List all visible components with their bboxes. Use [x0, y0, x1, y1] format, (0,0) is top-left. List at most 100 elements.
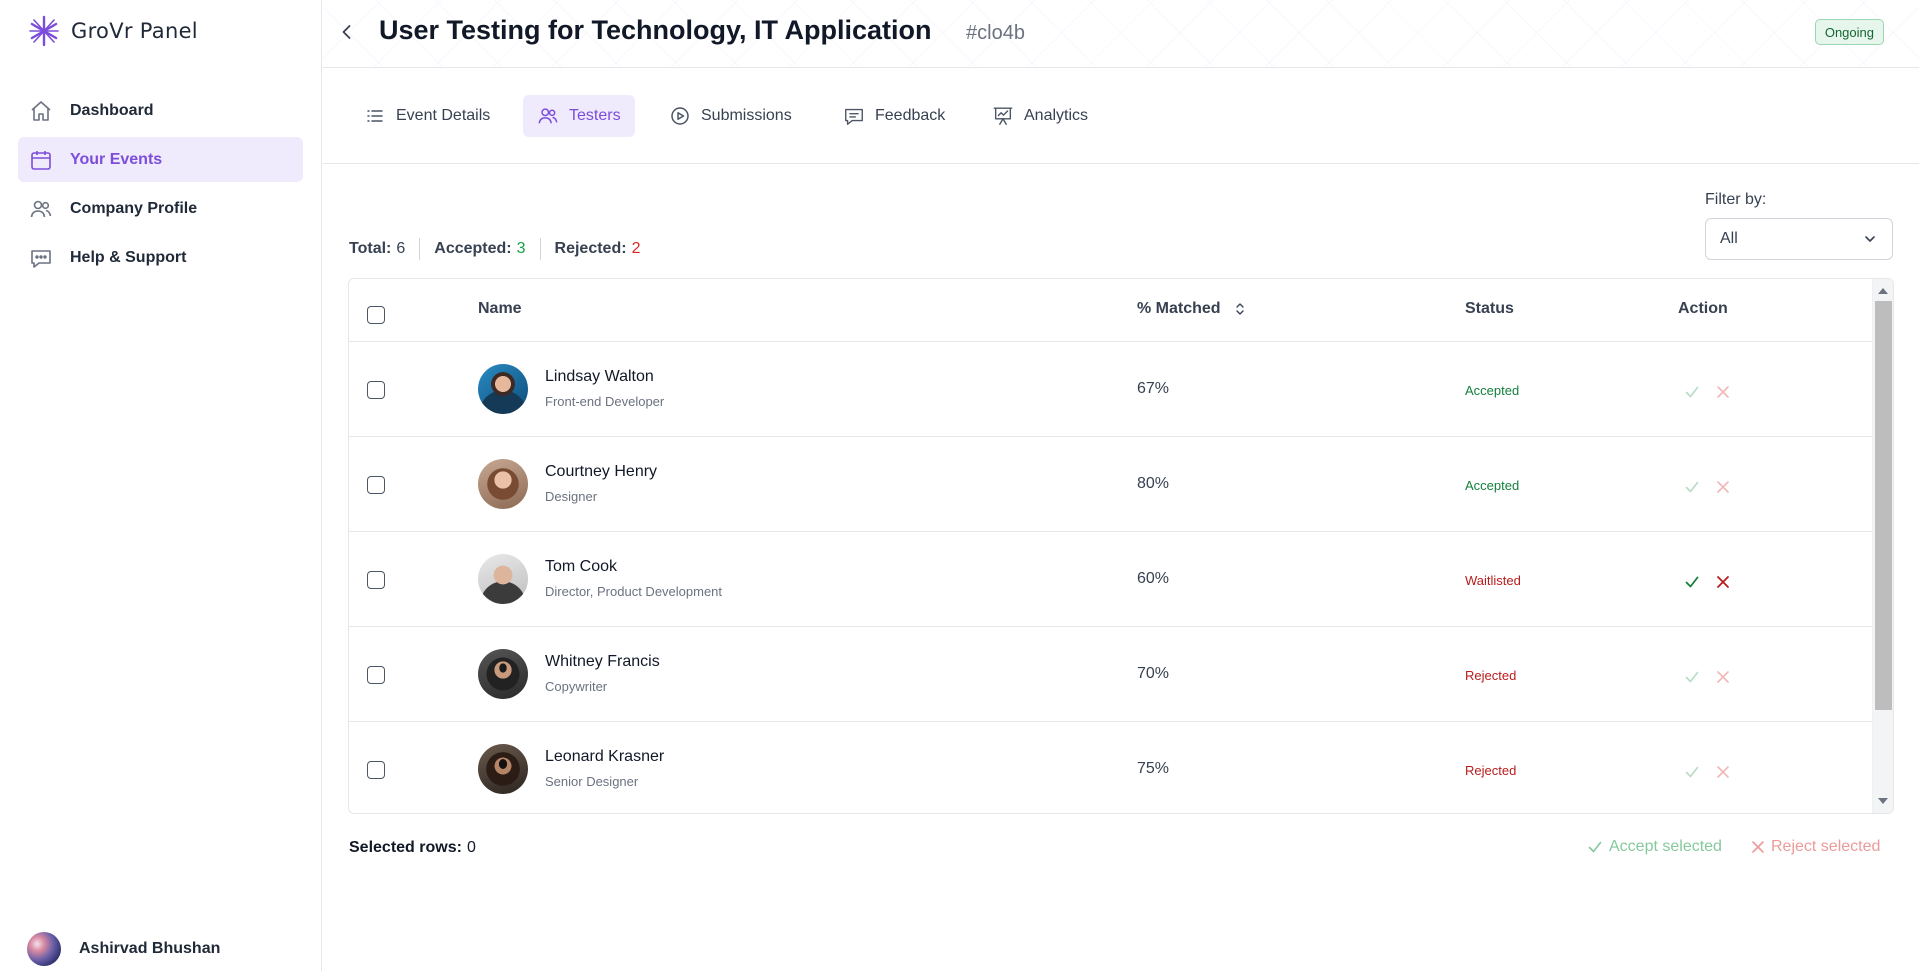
sidebar-item-company-profile[interactable]: Company Profile [18, 186, 303, 231]
sidebar-item-label: Company Profile [70, 199, 198, 217]
sidebar-item-dashboard[interactable]: Dashboard [18, 88, 303, 133]
column-header-name[interactable]: Name [478, 300, 522, 318]
accept-button[interactable] [1682, 572, 1702, 592]
filter-label: Filter by: [1705, 191, 1767, 208]
select-all-checkbox[interactable] [367, 306, 385, 324]
tab-testers[interactable]: Testers [523, 95, 635, 137]
chevron-left-icon [342, 25, 351, 39]
sidebar-item-help-support[interactable]: Help & Support [18, 235, 303, 280]
selected-rows: Selected rows: 0 [349, 839, 476, 857]
summary-counts: Total: 6 Accepted: 3 Rejected: 2 [349, 238, 640, 260]
scroll-thumb[interactable] [1875, 301, 1892, 710]
reject-button[interactable] [1713, 572, 1733, 592]
snowflake-logo-icon [29, 15, 59, 47]
tab-analytics[interactable]: Analytics [978, 95, 1102, 137]
tester-role: Front-end Developer [545, 394, 665, 409]
reject-button[interactable] [1713, 762, 1733, 782]
sidebar-nav: Dashboard Your Events Company Profile He… [18, 88, 303, 284]
close-icon [1717, 481, 1729, 493]
chat-bubble-icon [28, 245, 54, 271]
match-percent: 67% [1137, 380, 1170, 397]
tab-feedback[interactable]: Feedback [829, 95, 959, 137]
table-header: Name % Matched Status Action [349, 279, 1873, 342]
reject-button[interactable] [1713, 382, 1733, 402]
status-label: Accepted [1465, 478, 1520, 493]
table-row: Tom Cook Director, Product Development 6… [349, 532, 1873, 627]
tab-submissions[interactable]: Submissions [655, 95, 806, 137]
play-circle-icon [669, 105, 691, 127]
brand[interactable]: GroVr Panel [27, 14, 198, 48]
event-id: #clo4b [966, 22, 1025, 44]
close-icon [1717, 576, 1729, 588]
row-checkbox[interactable] [367, 571, 385, 589]
testers-table: Name % Matched Status Action Lindsay Wal… [348, 278, 1894, 814]
row-checkbox[interactable] [367, 761, 385, 779]
table-scrollbar[interactable] [1872, 279, 1893, 813]
tab-bar: Event Details Testers Submissions Feedba… [323, 69, 1919, 164]
accept-selected-button[interactable]: Accept selected [1587, 838, 1722, 856]
close-icon [1717, 671, 1729, 683]
avatar [478, 649, 528, 699]
status-label: Rejected [1465, 668, 1517, 683]
accept-button[interactable] [1682, 762, 1702, 782]
back-button[interactable] [335, 20, 359, 44]
users-icon [537, 105, 559, 127]
sort-icon [1235, 303, 1244, 315]
selected-rows-count: 0 [466, 839, 476, 856]
message-icon [843, 105, 865, 127]
brand-name: GroVr Panel [71, 19, 198, 43]
filter-dropdown[interactable]: All [1705, 218, 1893, 260]
calendar-icon [28, 147, 54, 173]
status-label: Waitlisted [1465, 573, 1521, 588]
tab-event-details[interactable]: Event Details [350, 95, 504, 137]
accept-button[interactable] [1682, 477, 1702, 497]
match-percent: 75% [1137, 760, 1170, 777]
sidebar-item-label: Help & Support [70, 248, 187, 266]
close-icon [1717, 386, 1729, 398]
page-header: User Testing for Technology, IT Applicat… [323, 0, 1919, 68]
table-row: Leonard Krasner Senior Designer 75% Reje… [349, 722, 1873, 813]
tester-name: Courtney Henry [545, 463, 658, 480]
column-header-matched[interactable]: % Matched [1137, 300, 1245, 318]
scroll-down-arrow[interactable] [1878, 798, 1888, 804]
match-percent: 80% [1137, 475, 1170, 492]
status-badge: Ongoing [1814, 19, 1884, 45]
list-icon [364, 105, 386, 127]
check-icon [1685, 576, 1699, 588]
row-checkbox[interactable] [367, 381, 385, 399]
page-title: User Testing for Technology, IT Applicat… [379, 15, 932, 45]
row-checkbox[interactable] [367, 476, 385, 494]
match-percent: 60% [1137, 570, 1170, 587]
selected-rows-label: Selected rows: [349, 839, 462, 856]
tab-label: Feedback [875, 107, 946, 124]
avatar [478, 744, 528, 794]
reject-selected-button[interactable]: Reject selected [1751, 838, 1880, 856]
tester-role: Director, Product Development [545, 584, 723, 599]
tab-label: Analytics [1024, 107, 1089, 124]
table-row: Lindsay Walton Front-end Developer 67% A… [349, 342, 1873, 437]
close-icon [1717, 766, 1729, 778]
match-percent: 70% [1137, 665, 1170, 682]
check-icon [1588, 841, 1602, 853]
reject-button[interactable] [1713, 667, 1733, 687]
tester-role: Designer [545, 489, 598, 504]
accept-button[interactable] [1682, 382, 1702, 402]
rejected-count: Rejected: 2 [554, 240, 641, 257]
close-icon [1752, 841, 1764, 853]
chevron-down-icon [1865, 236, 1875, 242]
tab-label: Submissions [701, 107, 792, 124]
column-header-action: Action [1678, 300, 1728, 317]
divider [539, 238, 541, 260]
reject-button[interactable] [1713, 477, 1733, 497]
accepted-count: Accepted: 3 [434, 240, 526, 257]
users-icon [28, 196, 54, 222]
scroll-up-arrow[interactable] [1878, 288, 1888, 294]
avatar [478, 554, 528, 604]
sidebar-item-your-events[interactable]: Your Events [18, 137, 303, 182]
tester-role: Copywriter [545, 679, 608, 694]
tester-name: Whitney Francis [545, 653, 660, 670]
row-checkbox[interactable] [367, 666, 385, 684]
check-icon [1685, 481, 1699, 493]
accept-button[interactable] [1682, 667, 1702, 687]
user-profile[interactable]: Ashirvad Bhushan [27, 932, 220, 966]
